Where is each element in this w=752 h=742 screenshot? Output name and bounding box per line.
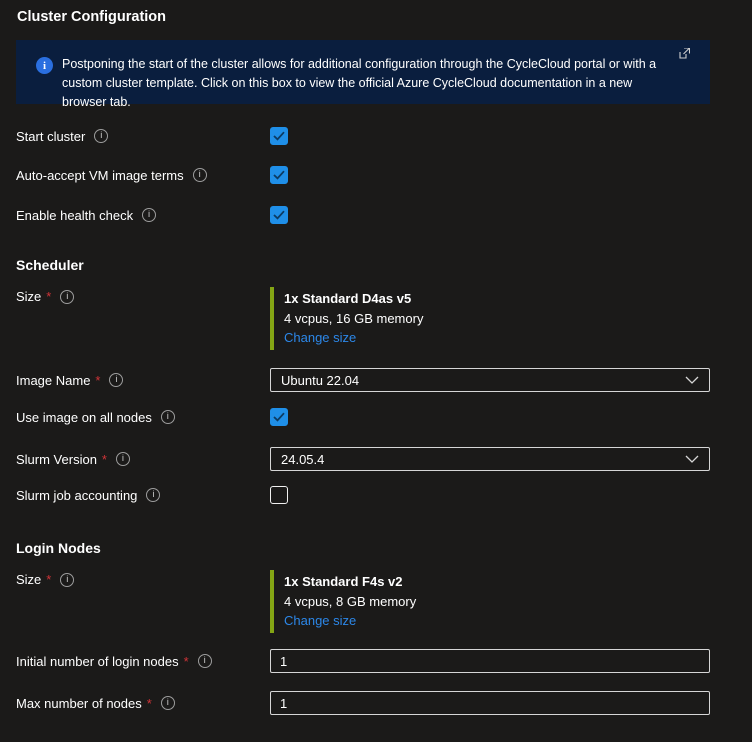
scheduler-size-row: Size * i 1x Standard D4as v5 4 vcpus, 16… — [16, 287, 710, 350]
login-nodes-size-sku: 1x Standard F4s v2 — [284, 574, 403, 589]
chevron-down-icon — [685, 455, 699, 463]
info-icon[interactable]: i — [109, 373, 124, 387]
checkmark-icon — [273, 412, 285, 422]
info-icon[interactable]: i — [160, 696, 175, 710]
required-marker: * — [146, 695, 152, 711]
scheduler-size-specs: 4 vcpus, 16 GB memory — [284, 310, 424, 326]
required-marker: * — [183, 653, 189, 669]
use-image-all-nodes-row: Use image on all nodes i — [16, 408, 710, 426]
scheduler-size-label: Size * i — [16, 289, 270, 304]
slurm-job-accounting-label: Slurm job accounting i — [16, 488, 270, 503]
login-nodes-size-specs: 4 vcpus, 8 GB memory — [284, 593, 417, 609]
info-icon: i — [36, 57, 53, 74]
slurm-version-value: 24.05.4 — [281, 451, 325, 467]
info-icon[interactable]: i — [94, 129, 109, 143]
start-cluster-checkbox[interactable] — [270, 127, 288, 145]
initial-login-nodes-input[interactable] — [270, 649, 710, 673]
start-cluster-label: Start cluster i — [16, 129, 270, 144]
page-title: Cluster Configuration — [17, 9, 167, 25]
external-link-icon — [679, 48, 690, 59]
info-icon[interactable]: i — [146, 488, 161, 502]
auto-accept-checkbox[interactable] — [270, 166, 288, 184]
info-icon[interactable]: i — [115, 452, 130, 466]
use-image-all-nodes-checkbox[interactable] — [270, 408, 288, 426]
max-nodes-label: Max number of nodes * i — [16, 696, 270, 711]
health-check-label: Enable health check i — [16, 208, 270, 223]
checkmark-icon — [273, 170, 285, 180]
login-nodes-heading: Login Nodes — [16, 540, 101, 556]
cyclecloud-docs-banner[interactable]: i Postponing the start of the cluster al… — [16, 40, 710, 109]
login-nodes-size-tile: 1x Standard F4s v2 4 vcpus, 8 GB memory … — [270, 570, 416, 633]
info-icon[interactable]: i — [160, 410, 175, 424]
info-icon[interactable]: i — [142, 208, 157, 222]
slurm-job-accounting-row: Slurm job accounting i — [16, 486, 710, 504]
scheduler-size-tile: 1x Standard D4as v5 4 vcpus, 16 GB memor… — [270, 287, 423, 350]
info-icon[interactable]: i — [192, 168, 207, 182]
info-icon[interactable]: i — [197, 654, 212, 668]
banner-message: Postponing the start of the cluster allo… — [62, 57, 657, 109]
scheduler-size-sku: 1x Standard D4as v5 — [284, 291, 412, 306]
slurm-version-dropdown[interactable]: 24.05.4 — [270, 447, 710, 471]
auto-accept-label: Auto-accept VM image terms i — [16, 168, 270, 183]
login-nodes-size-label: Size * i — [16, 572, 270, 587]
initial-login-nodes-row: Initial number of login nodes * i — [16, 649, 710, 673]
scheduler-heading: Scheduler — [16, 257, 84, 273]
auto-accept-row: Auto-accept VM image terms i — [16, 166, 710, 184]
required-marker: * — [101, 451, 107, 467]
required-marker: * — [46, 289, 52, 304]
info-icon[interactable]: i — [60, 289, 75, 304]
image-name-dropdown[interactable]: Ubuntu 22.04 — [270, 368, 710, 392]
image-name-label: Image Name * i — [16, 373, 270, 388]
health-check-checkbox[interactable] — [270, 206, 288, 224]
required-marker: * — [46, 572, 52, 587]
image-name-value: Ubuntu 22.04 — [281, 372, 360, 388]
slurm-version-label: Slurm Version * i — [16, 452, 270, 467]
login-nodes-change-size-link[interactable]: Change size — [284, 611, 356, 631]
cluster-configuration-page: Cluster Configuration i Postponing the s… — [0, 0, 752, 742]
max-nodes-row: Max number of nodes * i — [16, 691, 710, 715]
checkmark-icon — [273, 131, 285, 141]
chevron-down-icon — [685, 376, 699, 384]
initial-login-nodes-label: Initial number of login nodes * i — [16, 654, 270, 669]
use-image-all-nodes-label: Use image on all nodes i — [16, 410, 270, 425]
slurm-job-accounting-checkbox[interactable] — [270, 486, 288, 504]
checkmark-icon — [273, 210, 285, 220]
start-cluster-row: Start cluster i — [16, 127, 710, 145]
health-check-row: Enable health check i — [16, 206, 710, 224]
login-nodes-size-row: Size * i 1x Standard F4s v2 4 vcpus, 8 G… — [16, 570, 710, 633]
slurm-version-row: Slurm Version * i 24.05.4 — [16, 447, 710, 471]
max-nodes-input[interactable] — [270, 691, 710, 715]
image-name-row: Image Name * i Ubuntu 22.04 — [16, 368, 710, 392]
info-icon[interactable]: i — [60, 572, 75, 587]
required-marker: * — [95, 372, 101, 388]
scheduler-change-size-link[interactable]: Change size — [284, 328, 356, 348]
